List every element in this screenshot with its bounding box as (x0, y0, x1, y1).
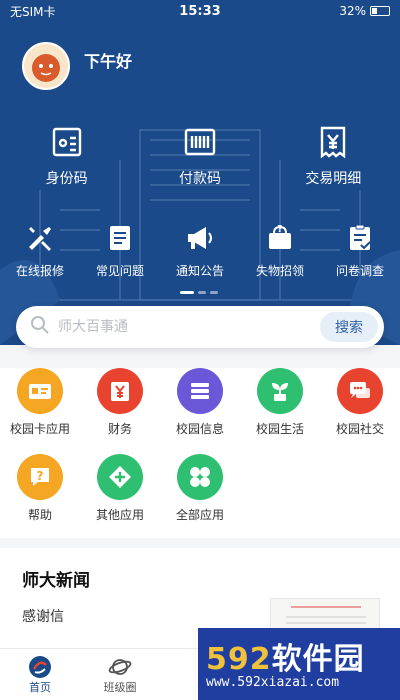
megaphone-icon (184, 222, 216, 254)
avatar[interactable] (22, 42, 70, 90)
watermark-brand: 592软件园 (206, 642, 365, 677)
search-icon (30, 315, 50, 339)
tab-class-circle[interactable]: 班级圈 (80, 649, 160, 700)
svg-text:?: ? (277, 224, 283, 235)
app-label: 全部应用 (175, 508, 224, 522)
top-action-row: 身份码 付款码 交易明细 (0, 124, 400, 188)
plus-diamond-icon (97, 454, 143, 500)
svg-text:?: ? (37, 469, 44, 483)
quick-lost-found[interactable]: ? 失物招领 (240, 222, 320, 279)
app-campus-life[interactable]: 校园生活 (240, 368, 320, 454)
action-label: 交易明细 (305, 171, 362, 187)
quick-notice[interactable]: 通知公告 (160, 222, 240, 279)
app-label: 校园生活 (255, 422, 304, 436)
action-transactions[interactable]: 交易明细 (267, 124, 400, 188)
app-label: 财务 (107, 422, 132, 436)
indicator-dot-active (180, 291, 194, 294)
help-icon: ? (17, 454, 63, 500)
status-time: 15:33 (179, 3, 221, 19)
greeting-text: 下午好 (84, 52, 133, 71)
watermark-url: www.592xiazai.com (206, 675, 340, 690)
search-button[interactable]: 搜索 (320, 312, 378, 342)
app-other[interactable]: 其他应用 (80, 454, 160, 540)
document-icon (104, 222, 136, 254)
tab-label: 首页 (29, 681, 51, 694)
tools-icon (24, 222, 56, 254)
battery-icon (370, 6, 390, 16)
hero-banner: 无SIM卡 15:33 32% 下午好 身份码 付款码 交易明细 在线报修 常见… (0, 0, 400, 345)
quick-faq[interactable]: 常见问题 (80, 222, 160, 279)
quick-action-row: 在线报修 常见问题 通知公告 ? 失物招领 问卷调查 (0, 222, 400, 279)
chat-icon (337, 368, 383, 414)
action-label: 付款码 (178, 171, 221, 187)
receipt-yen-icon (315, 124, 351, 160)
lost-found-icon: ? (264, 222, 296, 254)
quick-label: 问卷调查 (335, 264, 384, 278)
app-label: 校园社交 (335, 422, 384, 436)
app-finance[interactable]: 财务 (80, 368, 160, 454)
search-input[interactable] (58, 319, 320, 335)
barcode-icon (182, 124, 218, 160)
id-card-icon (49, 124, 85, 160)
books-icon (177, 368, 223, 414)
quick-repair[interactable]: 在线报修 (0, 222, 80, 279)
quick-label: 在线报修 (15, 264, 64, 278)
finance-icon (97, 368, 143, 414)
tab-home[interactable]: 首页 (0, 649, 80, 700)
planet-icon (108, 655, 132, 679)
quick-label: 通知公告 (175, 264, 224, 278)
watermark-overlay: 592软件园 www.592xiazai.com (198, 628, 400, 700)
news-title: 师大新闻 (22, 571, 90, 591)
campus-card-icon (17, 368, 63, 414)
status-bar: 无SIM卡 15:33 32% (0, 0, 400, 22)
news-item-title[interactable]: 感谢信 (22, 606, 64, 626)
app-label: 帮助 (27, 508, 52, 522)
action-pay-code[interactable]: 付款码 (133, 124, 266, 188)
indicator-dot (198, 291, 206, 294)
quick-survey[interactable]: 问卷调查 (320, 222, 400, 279)
app-help[interactable]: ? 帮助 (0, 454, 80, 540)
sprout-icon (257, 368, 303, 414)
quick-label: 常见问题 (95, 264, 144, 278)
quick-label: 失物招领 (255, 264, 304, 278)
app-label: 校园信息 (175, 422, 224, 436)
app-label: 其他应用 (95, 508, 144, 522)
app-campus-info[interactable]: 校园信息 (160, 368, 240, 454)
survey-icon (344, 222, 376, 254)
tab-label: 班级圈 (103, 681, 137, 694)
app-label: 校园卡应用 (9, 422, 70, 436)
app-all[interactable]: 全部应用 (160, 454, 240, 540)
app-grid-panel: 校园卡应用 财务 校园信息 校园生活 校园社交 ? 帮助 其他应用 全部应用 (0, 368, 400, 538)
indicator-dot (210, 291, 218, 294)
grid-clover-icon (177, 454, 223, 500)
home-logo-icon (28, 655, 52, 679)
carousel-indicator (180, 291, 218, 294)
app-campus-social[interactable]: 校园社交 (320, 368, 400, 454)
search-bar: 搜索 (16, 306, 384, 348)
action-id-code[interactable]: 身份码 (0, 124, 133, 188)
app-campus-card[interactable]: 校园卡应用 (0, 368, 80, 454)
action-label: 身份码 (45, 171, 88, 187)
